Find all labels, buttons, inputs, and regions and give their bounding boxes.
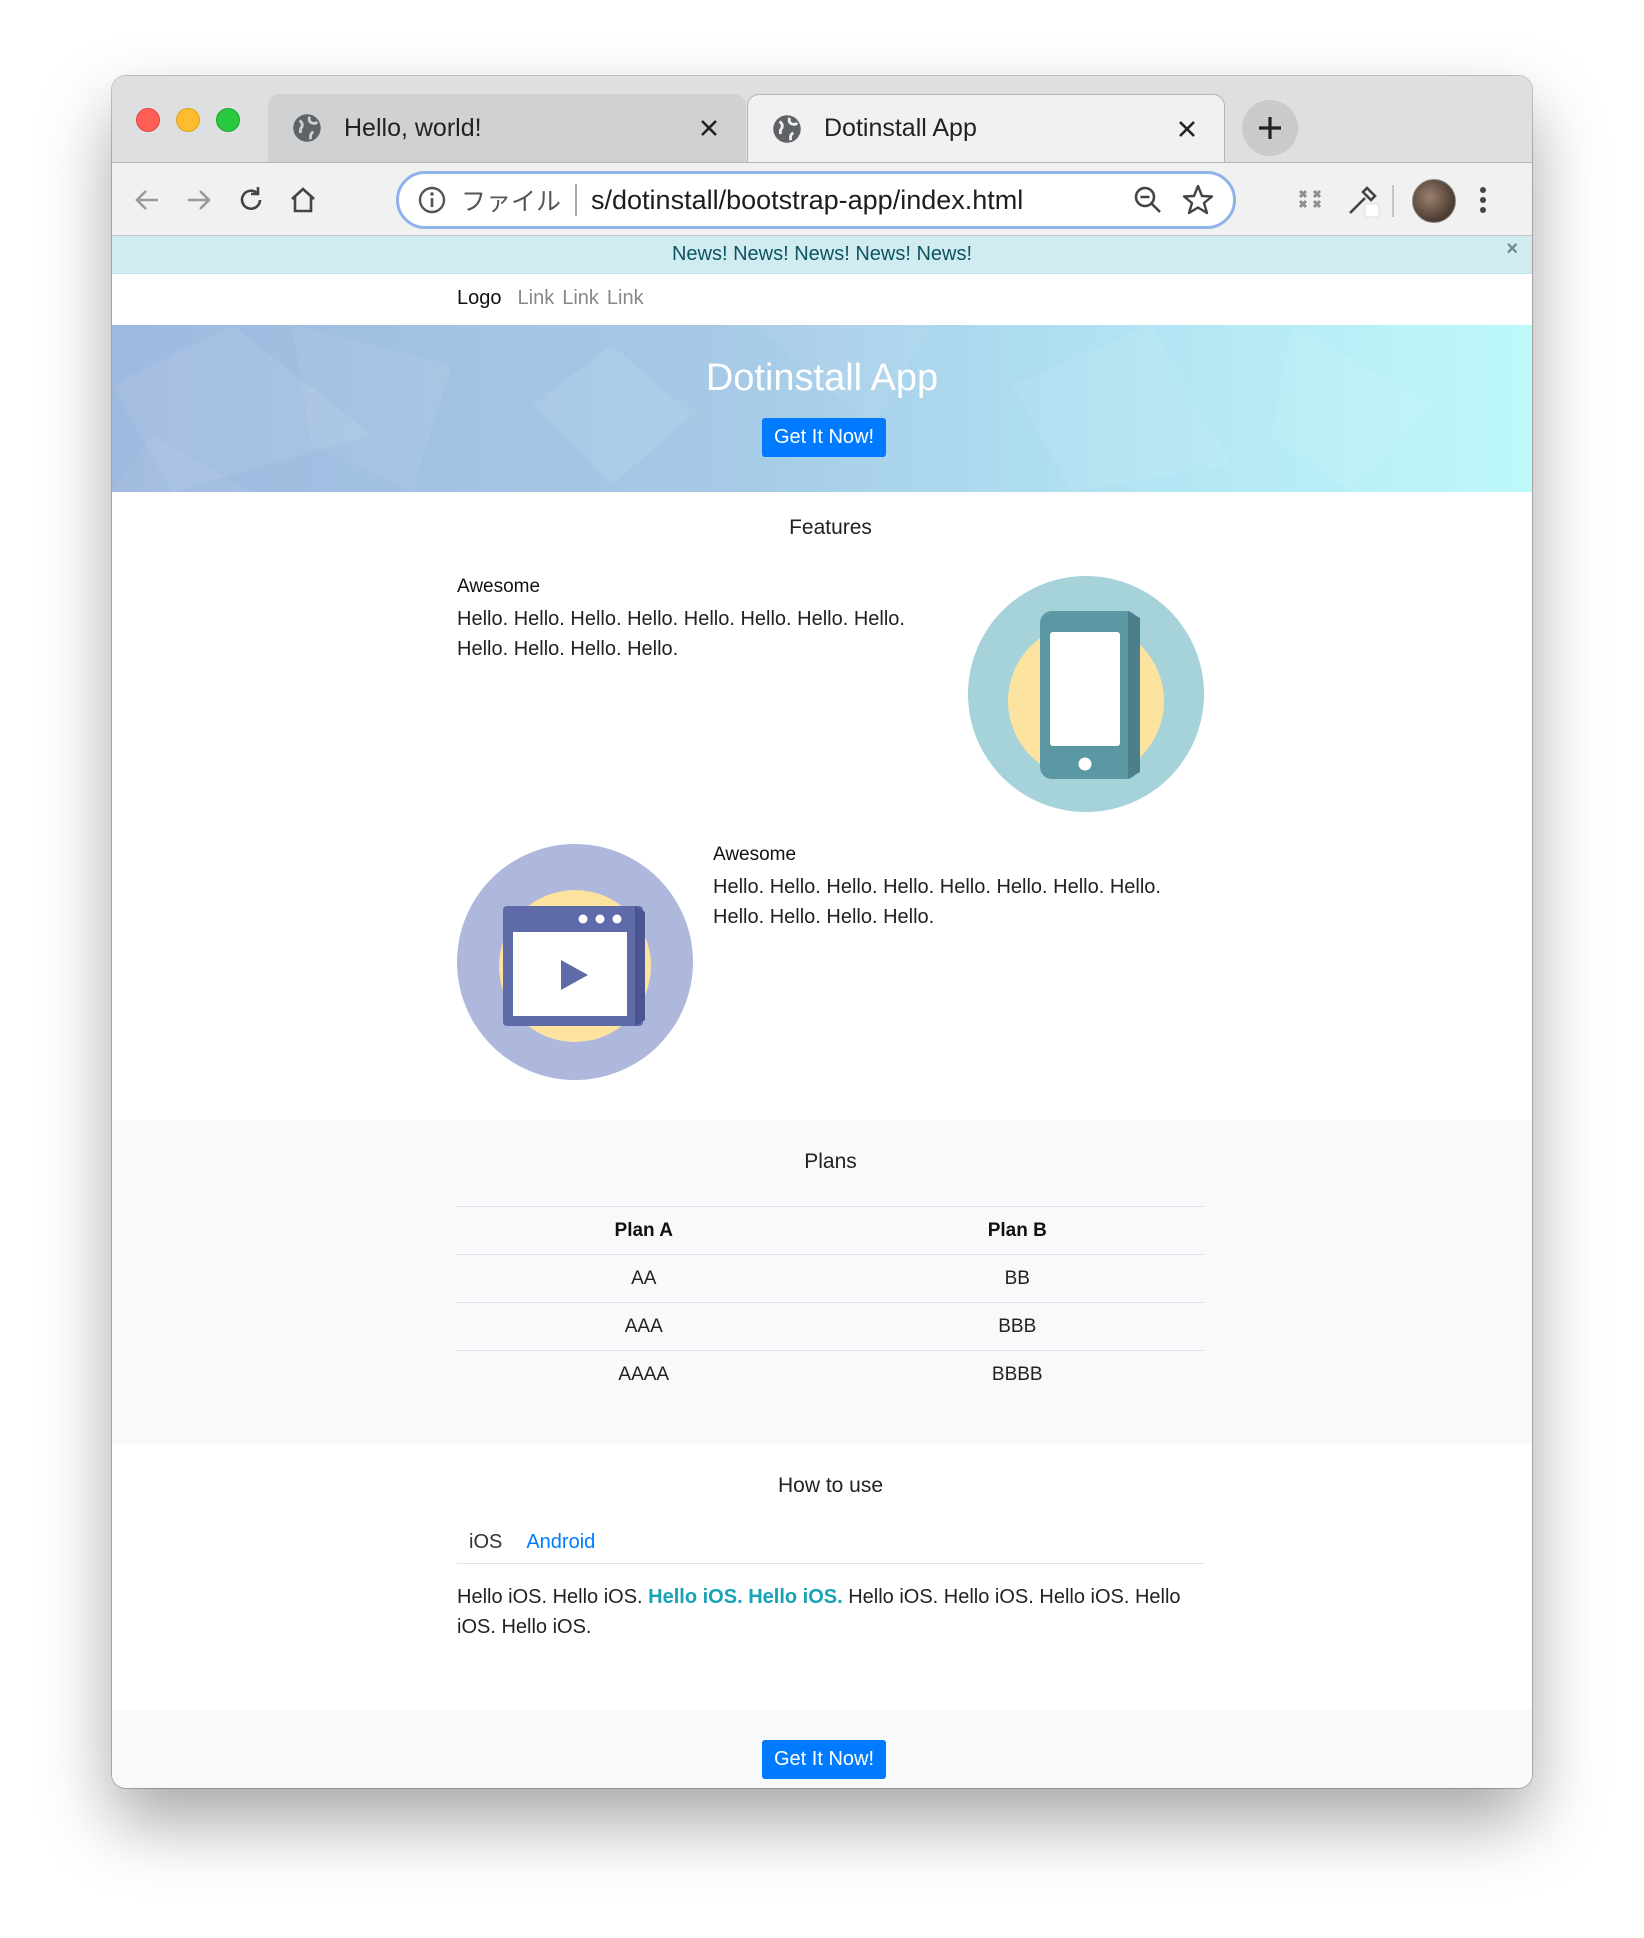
table-header-cell: Plan B — [830, 1206, 1204, 1255]
close-window-button[interactable] — [136, 108, 160, 132]
home-button[interactable] — [284, 181, 322, 219]
hero-pattern-background — [112, 325, 1432, 492]
howto-text: Hello iOS. Hello iOS. Hello iOS. Hello i… — [457, 1582, 1204, 1642]
browser-window: Hello, world! Dotinstall App ファイル s/doti… — [112, 76, 1532, 1788]
features-section: Features — [457, 516, 1204, 540]
omnibox-divider — [575, 184, 578, 216]
nav-link[interactable]: Link — [562, 287, 599, 310]
back-button[interactable] — [128, 181, 166, 219]
feature-heading: Awesome — [457, 576, 541, 597]
info-icon[interactable] — [417, 185, 447, 215]
feature-heading: Awesome — [713, 844, 797, 865]
address-bar[interactable]: ファイル s/dotinstall/bootstrap-app/index.ht… — [396, 171, 1236, 229]
url-text[interactable]: s/dotinstall/bootstrap-app/index.html — [591, 185, 1115, 216]
feature-body: Hello. Hello. Hello. Hello. Hello. Hello… — [713, 876, 1161, 928]
browser-toolbar: ファイル s/dotinstall/bootstrap-app/index.ht… — [112, 162, 1532, 236]
bookmark-star-icon[interactable] — [1181, 183, 1215, 217]
tab-title: Hello, world! — [344, 113, 482, 142]
eyedropper-icon — [1349, 186, 1380, 218]
toolbar-divider — [1392, 185, 1394, 217]
close-icon[interactable] — [696, 115, 722, 141]
feature-item: Awesome Hello. Hello. Hello. Hello. Hell… — [457, 576, 1204, 816]
feature-item: Awesome Hello. Hello. Hello. Hello. Hell… — [457, 844, 1204, 1084]
extension-button[interactable] — [1292, 181, 1330, 219]
table-header-cell: Plan A — [457, 1206, 831, 1255]
navbar: Logo Link Link Link — [112, 274, 1532, 325]
howto-section: How to use iOS Android Hello iOS. Hello … — [457, 1474, 1204, 1642]
minimize-window-button[interactable] — [176, 108, 200, 132]
plans-section: Plans Plan A Plan B AA BB AAA BBB AAAA B… — [112, 1120, 1532, 1444]
arrow-left-icon — [135, 190, 158, 210]
nav-link[interactable]: Link — [518, 287, 555, 310]
profile-avatar[interactable] — [1412, 179, 1456, 223]
plans-table: Plan A Plan B AA BB AAA BBB AAAA BBBB — [457, 1206, 1204, 1399]
plus-icon — [1259, 117, 1281, 139]
smartphone-icon — [968, 576, 1204, 812]
globe-icon — [773, 114, 801, 143]
footer-section: Get It Now! — [112, 1710, 1532, 1788]
menu-button[interactable] — [1464, 181, 1502, 219]
table-cell: AA — [457, 1254, 831, 1303]
close-icon[interactable] — [1174, 116, 1200, 142]
tab-title: Dotinstall App — [824, 114, 977, 142]
features-title: Features — [789, 516, 872, 539]
video-player-icon — [457, 844, 693, 1080]
tab-strip: Hello, world! Dotinstall App — [112, 76, 1532, 162]
hero-title: Dotinstall App — [705, 357, 939, 399]
table-cell: AAAA — [457, 1350, 831, 1399]
maximize-window-button[interactable] — [216, 108, 240, 132]
highlighted-text: Hello iOS. Hello iOS. — [648, 1586, 843, 1608]
table-row: AAAA BBBB — [457, 1350, 1204, 1399]
nav-link[interactable]: Link — [607, 287, 644, 310]
news-close-button[interactable]: × — [1506, 238, 1518, 261]
more-vert-icon — [1480, 187, 1486, 213]
table-row: AAA BBB — [457, 1302, 1204, 1351]
table-row: AA BB — [457, 1254, 1204, 1303]
browser-tab-hello-world[interactable]: Hello, world! — [268, 94, 746, 162]
navbar-logo[interactable]: Logo — [457, 287, 502, 310]
home-icon — [291, 187, 315, 213]
table-cell: AAA — [457, 1302, 831, 1351]
news-alert: News! News! News! News! News! × — [112, 236, 1532, 274]
url-scheme-label: ファイル — [461, 188, 562, 216]
extension-icon — [1298, 189, 1322, 209]
howto-title: How to use — [777, 1474, 884, 1497]
table-cell: BBBB — [830, 1350, 1204, 1399]
plans-title: Plans — [804, 1150, 857, 1173]
web-page: News! News! News! News! News! × Logo Lin… — [112, 236, 1532, 1788]
tab-ios[interactable]: iOS — [457, 1531, 514, 1554]
news-text: News! News! News! News! News! — [671, 243, 973, 265]
get-it-now-button[interactable]: Get It Now! — [762, 1740, 887, 1779]
arrow-right-icon — [188, 190, 211, 210]
table-header-row: Plan A Plan B — [457, 1206, 1204, 1255]
reload-icon — [240, 187, 262, 210]
eyedropper-extension-button[interactable] — [1344, 181, 1382, 219]
browser-tab-dotinstall-app[interactable]: Dotinstall App — [747, 94, 1225, 162]
reload-button[interactable] — [232, 181, 270, 219]
tab-android[interactable]: Android — [514, 1531, 607, 1554]
table-cell: BB — [830, 1254, 1204, 1303]
get-it-now-button[interactable]: Get It Now! — [762, 418, 887, 457]
howto-text-part: Hello iOS. Hello iOS. — [457, 1586, 649, 1608]
hero-banner: Dotinstall App Get It Now! — [112, 325, 1532, 492]
howto-tabs: iOS Android — [457, 1522, 1204, 1564]
new-tab-button[interactable] — [1242, 100, 1298, 156]
feature-body: Hello. Hello. Hello. Hello. Hello. Hello… — [457, 608, 905, 660]
globe-icon — [293, 114, 321, 142]
zoom-out-icon[interactable] — [1131, 183, 1165, 217]
table-cell: BBB — [830, 1302, 1204, 1351]
forward-button[interactable] — [180, 181, 218, 219]
